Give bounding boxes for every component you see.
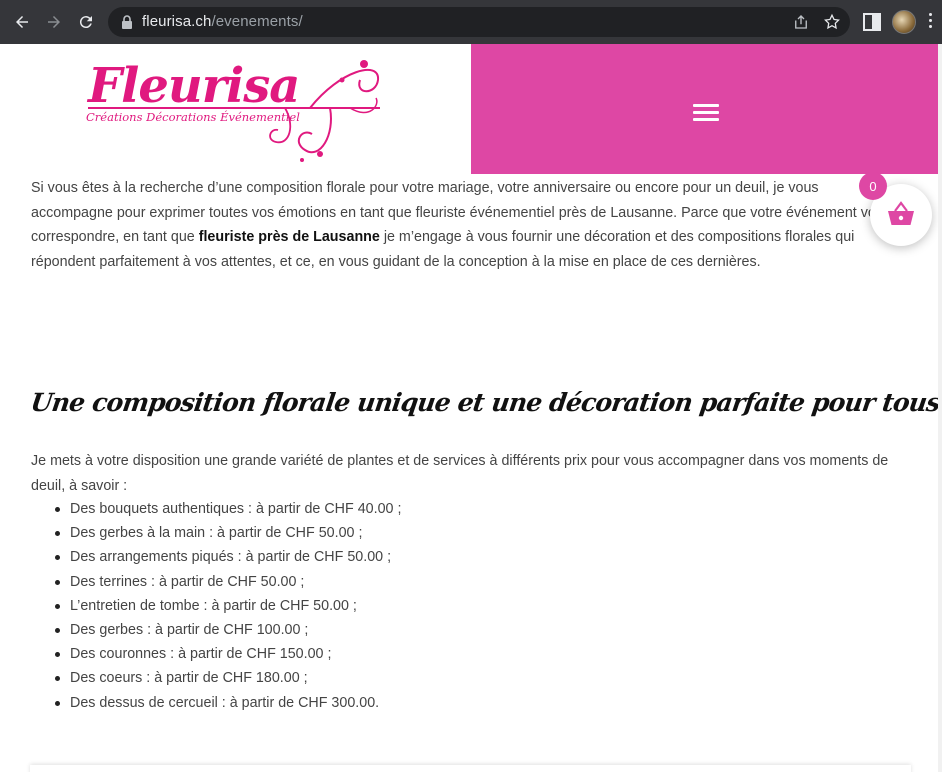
list-item: Des dessus de cercueil : à partir de CHF…	[54, 691, 401, 715]
section-paragraph: Je mets à votre disposition une grande v…	[31, 453, 889, 494]
menu-toggle-button[interactable]	[693, 104, 719, 126]
intro-bold-keyword: fleuriste près de Lausanne	[198, 229, 380, 245]
forward-button[interactable]	[40, 8, 68, 36]
list-item: L’entretien de tombe : à partir de CHF 5…	[54, 594, 401, 618]
side-panel-icon[interactable]	[862, 12, 882, 32]
list-item: Des couronnes : à partir de CHF 150.00 ;	[54, 642, 401, 666]
main-content: Si vous êtes à la recherche d’une compos…	[31, 176, 911, 274]
services-list: Des bouquets authentiques : à partir de …	[54, 497, 401, 715]
logo-wordmark[interactable]: Fleurisa	[88, 62, 300, 110]
next-section-card	[30, 765, 911, 772]
reload-button[interactable]	[72, 8, 100, 36]
basket-icon	[888, 201, 914, 225]
profile-avatar[interactable]	[892, 10, 916, 34]
browser-toolbar: fleurisa.ch/evenements/	[0, 0, 942, 44]
lock-icon	[122, 15, 132, 29]
menu-dots-icon[interactable]	[928, 13, 934, 31]
star-icon[interactable]	[823, 13, 841, 31]
list-item: Des arrangements piqués : à partir de CH…	[54, 545, 401, 569]
list-item: Des gerbes : à partir de CHF 100.00 ;	[54, 618, 401, 642]
list-item: Des terrines : à partir de CHF 50.00 ;	[54, 570, 401, 594]
list-item: Des bouquets authentiques : à partir de …	[54, 497, 401, 521]
intro-paragraph: Si vous êtes à la recherche d’une compos…	[31, 180, 891, 270]
list-item: Des coeurs : à partir de CHF 180.00 ;	[54, 666, 401, 690]
reload-icon	[79, 16, 92, 29]
arrow-left-icon	[16, 16, 28, 28]
hamburger-line	[693, 118, 719, 121]
section-heading: Une composition florale unique et une dé…	[28, 388, 942, 417]
logo-tagline: Créations Décorations Événementiel	[86, 110, 300, 124]
cart-count-badge: 0	[859, 172, 887, 200]
hamburger-line	[693, 104, 719, 107]
arrow-right-icon	[48, 16, 60, 28]
page-scrollbar[interactable]	[938, 44, 942, 772]
share-icon[interactable]	[792, 13, 810, 31]
url-text: fleurisa.ch/evenements/	[142, 13, 303, 30]
hamburger-line	[693, 111, 719, 114]
list-item: Des gerbes à la main : à partir de CHF 5…	[54, 521, 401, 545]
address-bar[interactable]: fleurisa.ch/evenements/	[108, 7, 850, 37]
back-button[interactable]	[8, 8, 36, 36]
